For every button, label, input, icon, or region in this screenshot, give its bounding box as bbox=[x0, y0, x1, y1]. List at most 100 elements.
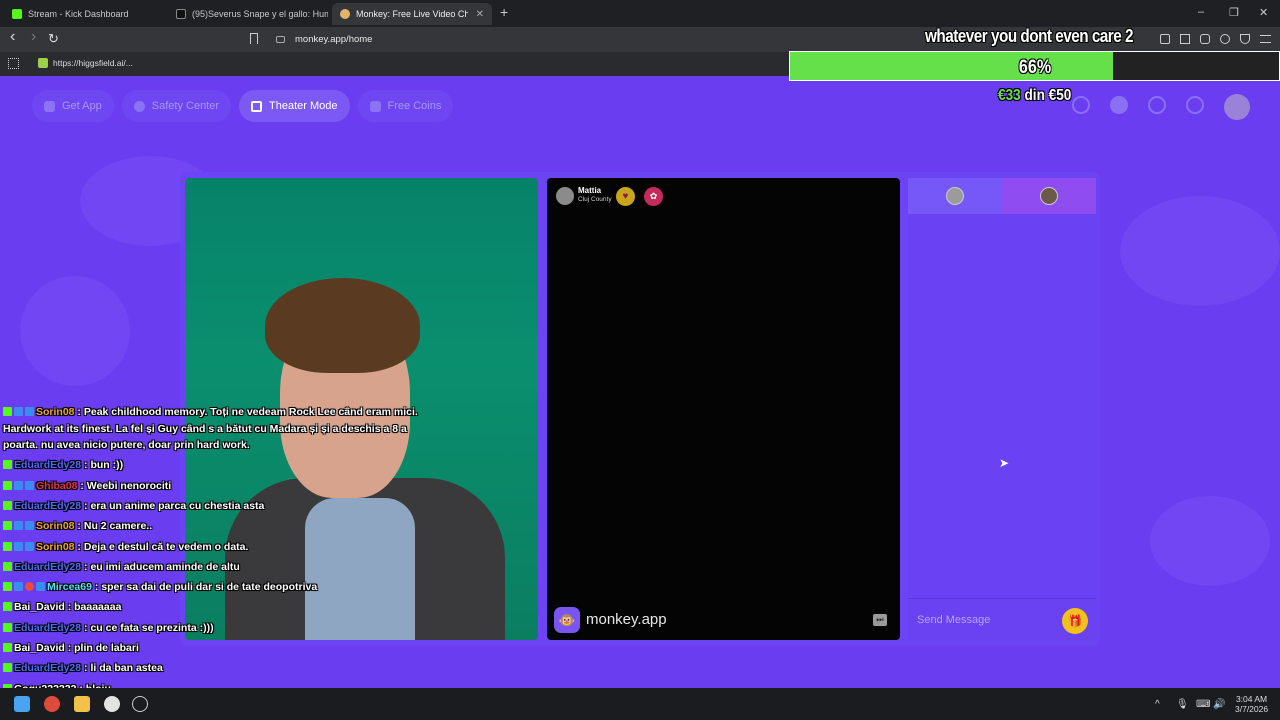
reload-button[interactable]: ↻ bbox=[48, 32, 59, 46]
peer-avatar[interactable] bbox=[556, 187, 574, 205]
chat-username: Sorin08 bbox=[36, 520, 75, 533]
address-bar[interactable]: monkey.app/home bbox=[295, 34, 372, 45]
monkey-logo-icon: 🐵 bbox=[554, 607, 580, 633]
kick-badge-icon bbox=[3, 643, 12, 652]
nav-label: Safety Center bbox=[151, 100, 220, 112]
window-close-button[interactable]: ✕ bbox=[1259, 6, 1268, 19]
free-coins-button[interactable]: Free Coins bbox=[357, 90, 454, 122]
chat-message: EduardEdy28 : li da ban astea bbox=[3, 660, 423, 677]
maximize-button[interactable]: ❐ bbox=[1229, 6, 1239, 19]
bookmark-icon[interactable] bbox=[250, 33, 258, 44]
donation-progress-bar: 66% bbox=[789, 51, 1280, 81]
kick-badge-icon bbox=[3, 521, 12, 531]
clock-time: 3:04 AM bbox=[1235, 694, 1268, 704]
shield-icon[interactable] bbox=[1240, 34, 1250, 44]
history-icon[interactable] bbox=[1148, 96, 1166, 114]
peer-location: Cluj County bbox=[578, 196, 612, 203]
chat-username: EduardEdy28 bbox=[14, 621, 82, 634]
folder-icon[interactable] bbox=[74, 696, 90, 712]
higgsfield-icon bbox=[38, 58, 48, 68]
kick-badge-icon bbox=[3, 602, 12, 612]
chat-username: EduardEdy28 bbox=[14, 500, 82, 513]
site-settings-icon[interactable] bbox=[276, 36, 285, 43]
microphone-icon[interactable]: 🎙 bbox=[1176, 699, 1189, 710]
blue-badge-icon bbox=[14, 407, 23, 416]
chat-panel: 🎁 bbox=[908, 178, 1096, 640]
chat-message: Mircea69 : sper sa dai de puli dar si de… bbox=[3, 579, 423, 596]
chat-username: EduardEdy28 bbox=[14, 560, 82, 573]
minimize-button[interactable]: – bbox=[1198, 6, 1204, 18]
tab-label: Stream - Kick Dashboard bbox=[28, 9, 129, 19]
search-icon[interactable] bbox=[1072, 96, 1090, 114]
hair-shape bbox=[265, 278, 420, 373]
red-badge-icon bbox=[25, 582, 34, 592]
clock[interactable]: 3:04 AM 3/7/2026 bbox=[1235, 694, 1268, 714]
new-tab-button[interactable]: + bbox=[500, 4, 508, 20]
skip-icon[interactable]: ⏭ bbox=[873, 614, 887, 626]
clock-date: 3/7/2026 bbox=[1235, 704, 1269, 714]
chat-message: Ghiba08 : Weebi nenorociti bbox=[3, 478, 423, 495]
blue-badge-icon bbox=[25, 541, 34, 551]
rose-icon[interactable]: ✿ bbox=[644, 187, 663, 206]
chat-username: EduardEdy28 bbox=[14, 459, 82, 472]
chat-message: EduardEdy28 : era un anime parca cu ches… bbox=[3, 498, 423, 515]
chat-message: EduardEdy28 : bun :)) bbox=[3, 457, 423, 474]
extensions-icon[interactable] bbox=[1220, 34, 1230, 44]
back-button[interactable]: ‹ bbox=[10, 29, 15, 45]
tab-monkey[interactable]: Monkey: Free Live Video Chat ✕ bbox=[332, 3, 492, 25]
menu-icon[interactable] bbox=[1260, 35, 1271, 43]
network-icon[interactable]: ⌨ bbox=[1196, 699, 1210, 710]
tab-tiktok[interactable]: (95)Severus Snape y el gallo: Humor bbox=[168, 3, 328, 25]
background-blob bbox=[20, 276, 130, 386]
kick-badge-icon bbox=[3, 622, 12, 632]
forward-button[interactable]: › bbox=[31, 29, 36, 45]
tab-kick-dashboard[interactable]: Stream - Kick Dashboard bbox=[4, 3, 164, 25]
bookmark-higgsfield[interactable]: https://higgsfield.ai/... bbox=[38, 58, 133, 68]
stream-chat: Sorin08 : Peak childhood memory. Toți ne… bbox=[3, 404, 423, 720]
chrome-icon[interactable] bbox=[44, 696, 60, 712]
mouse-cursor-icon: ➤ bbox=[999, 456, 1010, 470]
tray-chevron-icon[interactable]: ^ bbox=[1155, 699, 1160, 710]
chat-text: plin de labari bbox=[74, 642, 139, 654]
start-icon[interactable] bbox=[14, 696, 30, 712]
background-blob bbox=[1120, 196, 1280, 306]
profile-icon[interactable] bbox=[1110, 96, 1128, 114]
chat-username: Bai_David bbox=[14, 642, 65, 654]
theater-mode-button[interactable]: Theater Mode bbox=[239, 90, 350, 122]
nav-label: Get App bbox=[62, 100, 102, 112]
get-app-button[interactable]: Get App bbox=[32, 90, 114, 122]
goal-separator: din bbox=[1024, 87, 1045, 104]
avatar bbox=[946, 187, 964, 205]
avatar[interactable] bbox=[1224, 94, 1250, 120]
tab-close-icon[interactable]: ✕ bbox=[476, 9, 484, 20]
apps-grid-icon[interactable] bbox=[8, 58, 19, 69]
chat-tab-peer[interactable] bbox=[908, 178, 1002, 214]
chat-text: era un anime parca cu chestia asta bbox=[90, 500, 265, 513]
chat-username: Sorin08 bbox=[36, 540, 75, 553]
kick-badge-icon bbox=[3, 480, 12, 490]
goal-total: €50 bbox=[1048, 87, 1072, 104]
chat-text: Nu 2 camere.. bbox=[83, 520, 153, 533]
volume-icon[interactable]: 🔊 bbox=[1213, 699, 1225, 710]
chat-text: li da ban astea bbox=[90, 662, 163, 675]
media-icon[interactable] bbox=[1160, 34, 1170, 44]
safety-center-button[interactable]: Safety Center bbox=[121, 90, 232, 122]
sidebar-icon[interactable] bbox=[1180, 34, 1190, 44]
coins-icon bbox=[369, 100, 381, 112]
nav-label: Free Coins bbox=[387, 100, 442, 112]
chat-text: eu imi aducem aminde de altu bbox=[90, 560, 240, 573]
blue-badge-icon bbox=[25, 407, 34, 416]
goal-raised: €33 bbox=[998, 87, 1021, 104]
heart-icon[interactable]: ♥ bbox=[616, 187, 635, 206]
messages-icon[interactable] bbox=[1186, 96, 1204, 114]
chat-message: Bai_David : baaaaaaa bbox=[3, 599, 423, 616]
settings-icon[interactable] bbox=[132, 696, 148, 712]
peer-name: Mattia bbox=[578, 186, 602, 195]
gift-button[interactable]: 🎁 bbox=[1062, 608, 1088, 634]
donation-goal-amount: €33 din €50 bbox=[998, 87, 1071, 105]
wallet-icon[interactable] bbox=[1200, 34, 1210, 44]
top-navigation: Get App Safety Center Theater Mode Free … bbox=[32, 90, 454, 122]
obs-icon[interactable] bbox=[104, 696, 120, 712]
chat-message: Sorin08 : Deja e destul că te vedem o da… bbox=[3, 539, 423, 556]
chat-tab-self[interactable] bbox=[1002, 178, 1096, 214]
